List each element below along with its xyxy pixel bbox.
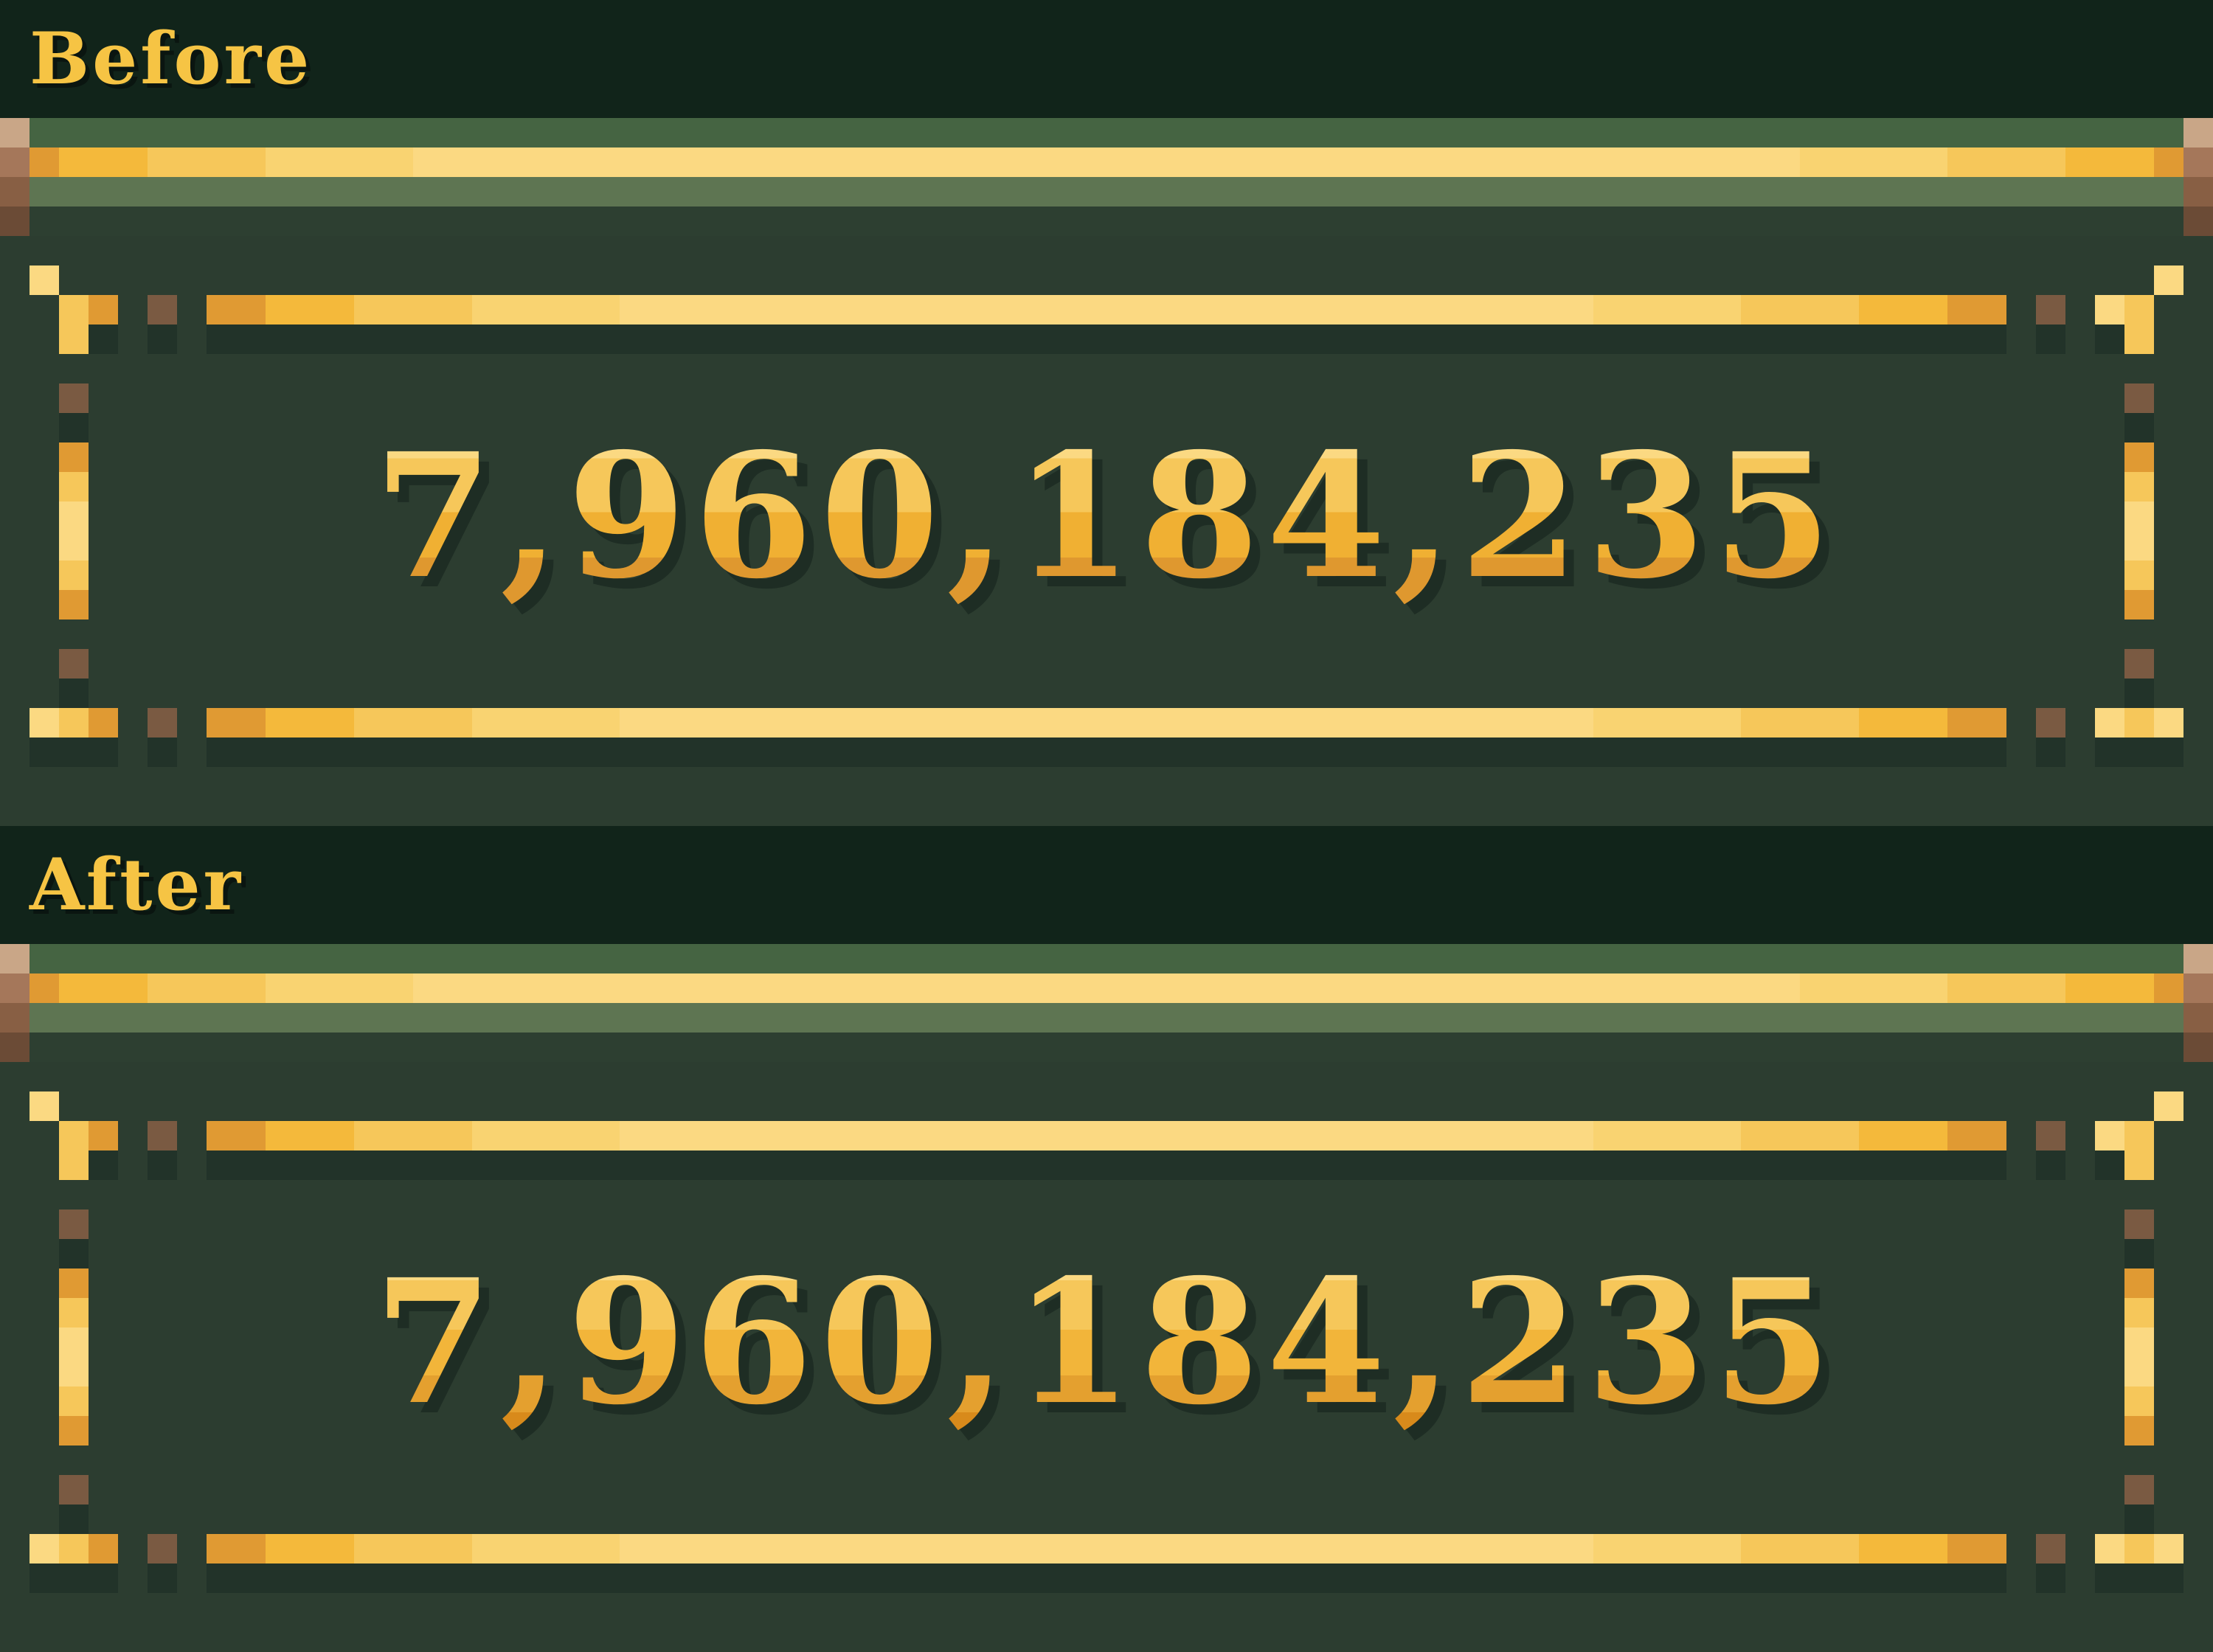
corner-pixel [2154,1092,2183,1121]
rail-shadow [0,206,2213,236]
rail-stripe [0,944,2213,974]
corner-pixel [89,1534,118,1564]
corner-pixel [30,708,59,738]
rail-end-cap [2183,118,2213,236]
section-header: Before [0,0,2213,118]
corner-pixel [59,295,89,324]
counter-value: 7,960,184,235 [374,1239,1840,1446]
corner-pixel [2124,324,2154,354]
rivet-icon [2124,384,2154,413]
corner-pixel [30,266,59,295]
rivet-icon [59,1475,89,1504]
corner-pixel [59,1534,89,1564]
counter-panel: 7,960,184,235 [0,1062,2213,1652]
rivet-icon [148,708,177,738]
corner-pixel [89,1121,118,1150]
corner-pixel [2154,266,2183,295]
corner-pixel [2095,708,2124,738]
rivet-icon [2036,295,2065,324]
rail-end-cap [0,944,30,1062]
rail-gold-stripe [0,974,2213,1003]
rail-stripe [0,1003,2213,1032]
corner-pixel [30,1534,59,1564]
rail-shadow [0,1032,2213,1062]
counter-display: 7,960,184,235 [0,1239,2213,1446]
corner-pixel [2095,1121,2124,1150]
after-section: After 7,960,184,235 [0,826,2213,1652]
rivet-icon [59,1210,89,1239]
counter-panel: 7,960,184,235 [0,236,2213,826]
rail-stripe [0,118,2213,148]
rail-gold-stripe [0,148,2213,177]
counter-display: 7,960,184,235 [0,413,2213,620]
rivet-icon [148,295,177,324]
corner-pixel [2124,708,2154,738]
counter-value: 7,960,184,235 [374,413,1840,620]
section-header: After [0,826,2213,944]
comparison-stage: Before 7,960,184,235 After 7,960,184,235 [0,0,2213,1652]
rail-end-cap [2183,944,2213,1062]
rivet-icon [2036,1121,2065,1150]
rail-stripe [0,177,2213,206]
section-title: Before [30,17,313,100]
corner-pixel [2124,1150,2154,1180]
corner-pixel [2095,1534,2124,1564]
before-section: Before 7,960,184,235 [0,0,2213,826]
rivet-icon [59,384,89,413]
rivet-icon [148,1534,177,1564]
rivet-icon [2124,649,2154,678]
corner-pixel [2124,1534,2154,1564]
rivet-icon [2036,1534,2065,1564]
rail-end-cap [0,118,30,236]
corner-pixel [59,324,89,354]
rivet-icon [2036,708,2065,738]
corner-pixel [59,1150,89,1180]
corner-pixel [59,1121,89,1150]
corner-pixel [30,1092,59,1121]
rivet-icon [2124,1475,2154,1504]
rivet-icon [59,649,89,678]
corner-pixel [2154,1534,2183,1564]
corner-pixel [89,295,118,324]
corner-pixel [2124,295,2154,324]
rivet-icon [2124,1210,2154,1239]
corner-pixel [2154,708,2183,738]
frame-bottom-bar [207,708,2006,738]
frame-top-bar [207,295,2006,324]
corner-pixel [2124,1121,2154,1150]
corner-pixel [89,708,118,738]
rivet-icon [148,1121,177,1150]
corner-pixel [59,708,89,738]
frame-top-bar [207,1121,2006,1150]
corner-pixel [2095,295,2124,324]
frame-bottom-bar [207,1534,2006,1564]
section-title: After [30,843,244,926]
